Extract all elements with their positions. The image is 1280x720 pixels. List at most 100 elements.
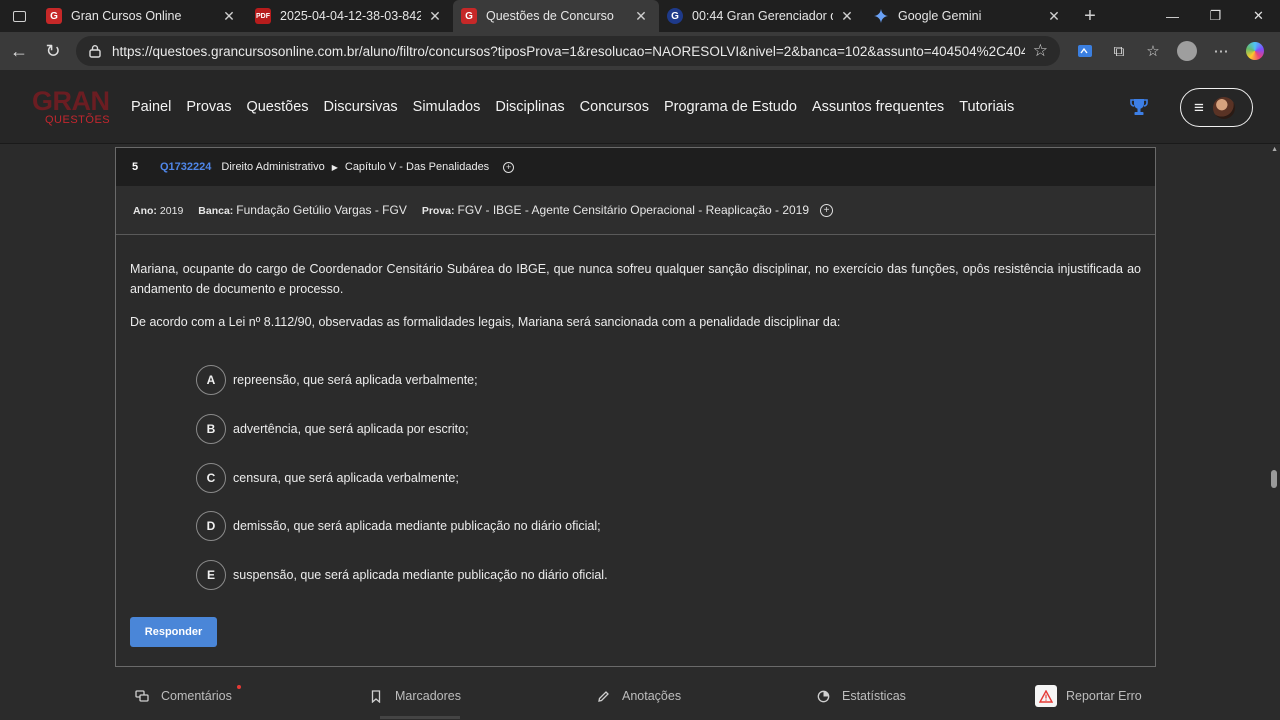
nav-concursos[interactable]: Concursos bbox=[580, 99, 649, 115]
browser-tab-4[interactable]: G 00:44 Gran Gerenciador de Es ✕ bbox=[659, 0, 865, 32]
question-actions-bar: Comentários Marcadores Anotações Estatís… bbox=[115, 676, 1156, 716]
exam-value[interactable]: FGV - IBGE - Agente Censitário Operacion… bbox=[458, 203, 810, 217]
copilot-icon[interactable] bbox=[1238, 35, 1272, 67]
favorites-icon[interactable]: ☆ bbox=[1136, 35, 1170, 67]
browser-toolbar: ← ↻ https://questoes.grancursosonline.co… bbox=[0, 32, 1280, 70]
nav-questoes[interactable]: Questões bbox=[246, 99, 308, 115]
report-error-label: Reportar Erro bbox=[1066, 689, 1142, 703]
question-chapter[interactable]: Capítulo V - Das Penalidades bbox=[345, 161, 489, 173]
expand-subjects-icon[interactable]: + bbox=[503, 161, 515, 173]
close-tab-icon[interactable]: ✕ bbox=[633, 8, 649, 25]
statistics-tab[interactable]: Estatísticas bbox=[816, 689, 906, 703]
nav-painel[interactable]: Painel bbox=[131, 99, 171, 115]
alternative-text[interactable]: repreensão, que será aplicada verbalment… bbox=[233, 373, 478, 387]
bookmarks-tab[interactable]: Marcadores bbox=[369, 689, 461, 703]
close-tab-icon[interactable]: ✕ bbox=[427, 8, 443, 25]
alternative-text[interactable]: censura, que será aplicada verbalmente; bbox=[233, 471, 459, 485]
back-icon[interactable]: ← bbox=[2, 34, 36, 68]
alternative-letter[interactable]: C bbox=[196, 462, 226, 493]
user-menu-button[interactable]: ≡ bbox=[1180, 88, 1253, 127]
alternative-c[interactable]: C censura, que será aplicada verbalmente… bbox=[196, 462, 608, 494]
tab-title: Gran Cursos Online bbox=[71, 9, 182, 23]
bank-label: Banca: bbox=[198, 205, 234, 217]
gran-logo[interactable]: GRAN QUESTÕES bbox=[32, 88, 116, 128]
close-tab-icon[interactable]: ✕ bbox=[1046, 8, 1062, 25]
close-tab-icon[interactable]: ✕ bbox=[221, 8, 237, 25]
question-id-link[interactable]: Q1732224 bbox=[160, 161, 211, 173]
nav-tutoriais[interactable]: Tutoriais bbox=[959, 99, 1014, 115]
tab-title: 00:44 Gran Gerenciador de Es bbox=[692, 9, 833, 23]
responder-button[interactable]: Responder bbox=[130, 617, 217, 647]
new-tab-button[interactable]: + bbox=[1076, 0, 1104, 32]
meta-exam: Prova: FGV - IBGE - Agente Censitário Ope… bbox=[422, 203, 809, 217]
scrollbar-thumb[interactable] bbox=[1271, 470, 1277, 488]
nav-assuntos-frequentes[interactable]: Assuntos frequentes bbox=[812, 99, 944, 115]
alternative-e[interactable]: E suspensão, que será aplicada mediante … bbox=[196, 559, 608, 591]
more-options-icon[interactable]: ⋯ bbox=[1204, 35, 1238, 67]
exam-label: Prova: bbox=[421, 205, 455, 217]
new-comment-dot bbox=[237, 685, 241, 689]
alternative-letter[interactable]: D bbox=[196, 511, 226, 542]
site-header: GRAN QUESTÕES Painel Provas Questões Dis… bbox=[0, 70, 1280, 144]
nav-programa-de-estudo[interactable]: Programa de Estudo bbox=[664, 99, 797, 115]
active-tab-indicator bbox=[380, 716, 460, 719]
alternative-letter[interactable]: E bbox=[196, 560, 226, 591]
nav-discursivas[interactable]: Discursivas bbox=[324, 99, 398, 115]
site-info-icon[interactable] bbox=[88, 44, 102, 58]
trophy-icon[interactable] bbox=[1128, 96, 1150, 118]
notes-label: Anotações bbox=[622, 689, 682, 703]
alternative-letter[interactable]: A bbox=[196, 365, 226, 395]
restore-icon[interactable]: ❐ bbox=[1194, 0, 1237, 32]
browser-tab-3-active[interactable]: G Questões de Concurso ✕ bbox=[453, 0, 659, 32]
logo-main-text: GRAN bbox=[32, 86, 110, 116]
hamburger-icon: ≡ bbox=[1194, 97, 1204, 117]
extensions-puzzle-icon[interactable]: ⧉ bbox=[1102, 35, 1136, 67]
bookmark-icon bbox=[369, 689, 383, 703]
alternative-text[interactable]: advertência, que será aplicada por escri… bbox=[233, 422, 469, 436]
browser-tab-1[interactable]: G Gran Cursos Online ✕ bbox=[38, 0, 247, 32]
year-label: Ano: bbox=[133, 205, 157, 217]
question-text-2: De acordo com a Lei nº 8.112/90, observa… bbox=[130, 315, 841, 329]
question-text-1: Mariana, ocupante do cargo de Coordenado… bbox=[130, 262, 1141, 296]
warning-icon bbox=[1035, 685, 1057, 707]
minimize-icon[interactable]: — bbox=[1151, 0, 1194, 32]
question-card: 5 Q1732224 Direito Administrativo ▶ Capí… bbox=[115, 147, 1156, 667]
nav-provas[interactable]: Provas bbox=[186, 99, 231, 115]
alternative-b[interactable]: B advertência, que será aplicada por esc… bbox=[196, 413, 608, 445]
tab-title: Questões de Concurso bbox=[486, 9, 614, 23]
bank-value[interactable]: Fundação Getúlio Vargas - FGV bbox=[236, 203, 407, 217]
alternative-letter[interactable]: B bbox=[196, 413, 226, 444]
tab-actions-button[interactable] bbox=[0, 0, 38, 32]
alternative-text[interactable]: demissão, que será aplicada mediante pub… bbox=[233, 519, 601, 533]
close-window-icon[interactable]: ✕ bbox=[1237, 0, 1280, 32]
alternative-text[interactable]: suspensão, que será aplicada mediante pu… bbox=[233, 568, 608, 582]
extension-icon[interactable] bbox=[1068, 35, 1102, 67]
comments-tab[interactable]: Comentários bbox=[135, 685, 241, 703]
nav-disciplinas[interactable]: Disciplinas bbox=[495, 99, 564, 115]
toolbar-icons: ⧉ ☆ ⋯ bbox=[1068, 35, 1272, 67]
report-error-tab[interactable]: Reportar Erro bbox=[1035, 685, 1142, 707]
browser-tab-5[interactable]: Google Gemini ✕ bbox=[865, 0, 1072, 32]
question-header: 5 Q1732224 Direito Administrativo ▶ Capí… bbox=[116, 148, 1155, 186]
notes-tab[interactable]: Anotações bbox=[596, 689, 681, 703]
browser-tab-2[interactable]: PDF 2025-04-04-12-38-03-842945 ✕ bbox=[247, 0, 453, 32]
gemini-sparkle-icon bbox=[873, 8, 889, 24]
page-scrollbar[interactable] bbox=[1268, 144, 1280, 720]
question-discipline[interactable]: Direito Administrativo bbox=[221, 161, 324, 173]
scroll-up-arrow-icon[interactable]: ▲ bbox=[1271, 146, 1278, 153]
reload-icon[interactable]: ↻ bbox=[36, 34, 70, 68]
expand-exam-icon[interactable]: + bbox=[820, 203, 834, 217]
nav-simulados[interactable]: Simulados bbox=[413, 99, 481, 115]
address-bar[interactable]: https://questoes.grancursosonline.com.br… bbox=[76, 36, 1060, 66]
window-controls: — ❐ ✕ bbox=[1151, 0, 1280, 32]
close-tab-icon[interactable]: ✕ bbox=[839, 8, 855, 25]
profile-avatar-icon[interactable] bbox=[1170, 35, 1204, 67]
question-statement: Mariana, ocupante do cargo de Coordenado… bbox=[116, 235, 1155, 332]
favorite-star-icon[interactable]: ☆ bbox=[1033, 41, 1048, 61]
pencil-icon bbox=[596, 689, 610, 703]
gran-g-icon: G bbox=[46, 8, 62, 24]
alternative-a[interactable]: A repreensão, que será aplicada verbalme… bbox=[196, 364, 608, 396]
question-number: 5 bbox=[131, 161, 139, 173]
alternative-d[interactable]: D demissão, que será aplicada mediante p… bbox=[196, 510, 608, 542]
avatar bbox=[1212, 96, 1235, 119]
